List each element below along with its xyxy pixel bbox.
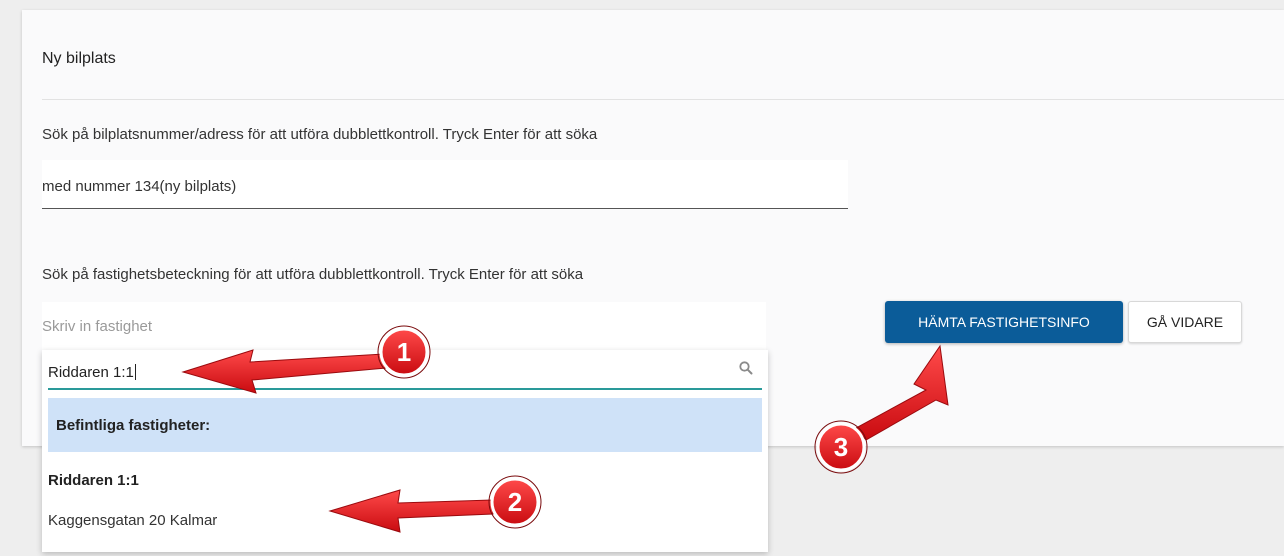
property-search-field[interactable]: Skriv in fastighet [42,302,766,352]
address-search-label: Sök på bilplatsnummer/adress för att utf… [42,126,598,143]
address-search-field[interactable]: med nummer 134(ny bilplats) [42,160,848,209]
option-subtitle: Kaggensgatan 20 Kalmar [48,512,218,529]
search-icon [739,361,753,375]
continue-button[interactable]: GÅ VIDARE [1128,301,1242,343]
property-dropdown: Riddaren 1:1 Befintliga fastigheter: Rid… [42,350,768,552]
fetch-property-info-button[interactable]: HÄMTA FASTIGHETSINFO [885,301,1123,343]
divider [42,99,1284,100]
page-title: Ny bilplats [42,50,116,67]
dropdown-search-value: Riddaren 1:1 [48,364,134,381]
group-header: Befintliga fastigheter: [48,398,762,452]
option-title: Riddaren 1:1 [48,472,139,489]
dropdown-search-input[interactable]: Riddaren 1:1 [48,350,762,390]
property-search-label: Sök på fastighetsbeteckning för att utfö… [42,266,584,283]
group-header-label: Befintliga fastigheter: [56,417,211,434]
property-placeholder: Skriv in fastighet [42,318,153,335]
address-search-value: med nummer 134(ny bilplats) [42,178,237,195]
